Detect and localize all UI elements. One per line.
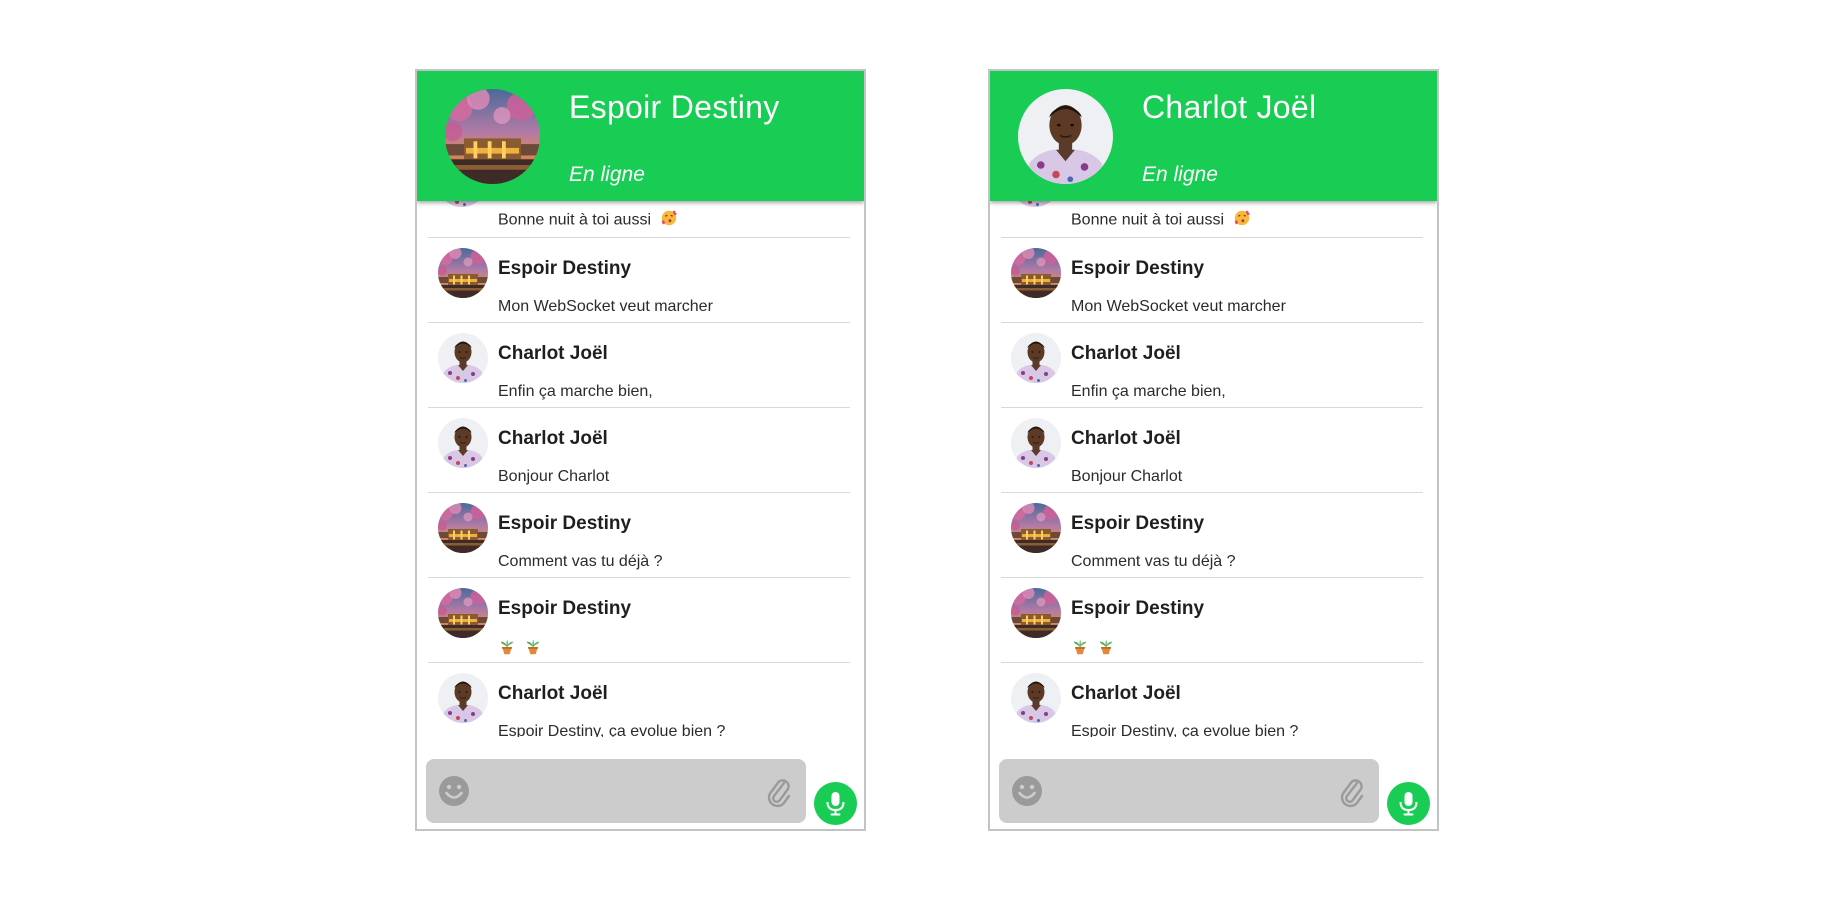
- header-avatar[interactable]: [445, 89, 540, 184]
- avatar[interactable]: [1011, 503, 1061, 553]
- message-text: Mon WebSocket veut marcher: [1071, 298, 1286, 315]
- message-emoji: [1071, 638, 1115, 661]
- avatar[interactable]: [1011, 673, 1061, 723]
- message-emoji: [498, 638, 542, 661]
- message-item: Charlot Joël Enfin ça marche bien,: [1001, 323, 1423, 408]
- chat-window-charlot: Charlot Joël En ligne Bonne nuit à toi a…: [988, 69, 1439, 831]
- avatar[interactable]: [1011, 333, 1061, 383]
- contact-name: Charlot Joël: [1142, 89, 1317, 125]
- microphone-icon: [1399, 792, 1418, 816]
- message-list[interactable]: Bonne nuit à toi aussi Espoir Destiny Mo…: [428, 201, 850, 737]
- contact-name: Espoir Destiny: [569, 89, 780, 125]
- message-item: Espoir Destiny: [428, 578, 850, 663]
- potted-plant-icon: [524, 638, 542, 661]
- kissing-face-icon: [1233, 209, 1251, 232]
- avatar[interactable]: [1011, 588, 1061, 638]
- microphone-button[interactable]: [1387, 782, 1430, 825]
- charlot-avatar-image: [1018, 89, 1113, 184]
- smiley-icon[interactable]: [438, 775, 470, 807]
- avatar[interactable]: [438, 673, 488, 723]
- sender-name: Charlot Joël: [1071, 428, 1181, 449]
- message-item: Charlot Joël Espoir Destiny, ça evolue b…: [1001, 663, 1423, 737]
- sender-name: Espoir Destiny: [498, 513, 632, 534]
- message-item: Espoir Destiny: [1001, 578, 1423, 663]
- avatar: [1010, 201, 1060, 207]
- message-text: Bonjour Charlot: [498, 468, 610, 485]
- message-item: Charlot Joël Bonjour Charlot: [1001, 408, 1423, 493]
- avatar[interactable]: [438, 503, 488, 553]
- message-text: Bonne nuit à toi aussi: [498, 209, 678, 232]
- potted-plant-icon: [498, 638, 516, 661]
- message-text: Comment vas tu déjà ?: [1071, 553, 1236, 570]
- sender-name: Espoir Destiny: [498, 258, 632, 279]
- message-text: Enfin ça marche bien,: [1071, 383, 1226, 400]
- contact-status: En ligne: [1142, 163, 1218, 186]
- sender-name: Charlot Joël: [498, 428, 608, 449]
- message-item: Espoir Destiny Mon WebSocket veut marche…: [1001, 238, 1423, 323]
- avatar[interactable]: [438, 418, 488, 468]
- sender-name: Charlot Joël: [1071, 343, 1181, 364]
- chat-window-espoir: Espoir Destiny En ligne Bonne nuit à toi…: [415, 69, 866, 831]
- potted-plant-icon: [1071, 638, 1089, 661]
- message-item: Espoir Destiny Mon WebSocket veut marche…: [428, 238, 850, 323]
- message-text: Mon WebSocket veut marcher: [498, 298, 713, 315]
- message-text: Bonne nuit à toi aussi: [1071, 209, 1251, 232]
- sender-name: Espoir Destiny: [498, 598, 632, 619]
- message-text: Enfin ça marche bien,: [498, 383, 653, 400]
- message-item: Charlot Joël Enfin ça marche bien,: [428, 323, 850, 408]
- avatar: [437, 201, 487, 207]
- sender-name: Espoir Destiny: [1071, 258, 1205, 279]
- sender-name: Charlot Joël: [498, 683, 608, 704]
- message-input[interactable]: [999, 759, 1379, 823]
- microphone-button[interactable]: [814, 782, 857, 825]
- message-text: Espoir Destiny, ça evolue bien ?: [498, 723, 726, 737]
- chat-header: Espoir Destiny En ligne: [417, 71, 864, 201]
- paperclip-icon[interactable]: [766, 774, 792, 808]
- app-stage: Espoir Destiny En ligne Bonne nuit à toi…: [0, 0, 1837, 897]
- potted-plant-icon: [1097, 638, 1115, 661]
- sender-name: Espoir Destiny: [1071, 598, 1205, 619]
- sender-name: Espoir Destiny: [1071, 513, 1205, 534]
- message-item: Charlot Joël Espoir Destiny, ça evolue b…: [428, 663, 850, 737]
- header-avatar[interactable]: [1018, 89, 1113, 184]
- chat-header: Charlot Joël En ligne: [990, 71, 1437, 201]
- message-text: Espoir Destiny, ça evolue bien ?: [1071, 723, 1299, 737]
- smiley-icon[interactable]: [1011, 775, 1043, 807]
- message-item: Espoir Destiny Comment vas tu déjà ?: [1001, 493, 1423, 578]
- paperclip-icon[interactable]: [1339, 774, 1365, 808]
- avatar[interactable]: [438, 333, 488, 383]
- microphone-icon: [826, 792, 845, 816]
- message-text: Bonjour Charlot: [1071, 468, 1183, 485]
- contact-status: En ligne: [569, 163, 645, 186]
- message-input[interactable]: [426, 759, 806, 823]
- message-list[interactable]: Bonne nuit à toi aussi Espoir Destiny Mo…: [1001, 201, 1423, 737]
- avatar[interactable]: [438, 588, 488, 638]
- avatar[interactable]: [1011, 418, 1061, 468]
- message-item: Espoir Destiny Comment vas tu déjà ?: [428, 493, 850, 578]
- message-item: Bonne nuit à toi aussi: [1001, 201, 1423, 238]
- message-item: Charlot Joël Bonjour Charlot: [428, 408, 850, 493]
- avatar[interactable]: [1011, 248, 1061, 298]
- kissing-face-icon: [660, 209, 678, 232]
- message-item: Bonne nuit à toi aussi: [428, 201, 850, 238]
- sender-name: Charlot Joël: [1071, 683, 1181, 704]
- sender-name: Charlot Joël: [498, 343, 608, 364]
- destiny-avatar-image: [445, 89, 540, 184]
- avatar[interactable]: [438, 248, 488, 298]
- message-text: Comment vas tu déjà ?: [498, 553, 663, 570]
